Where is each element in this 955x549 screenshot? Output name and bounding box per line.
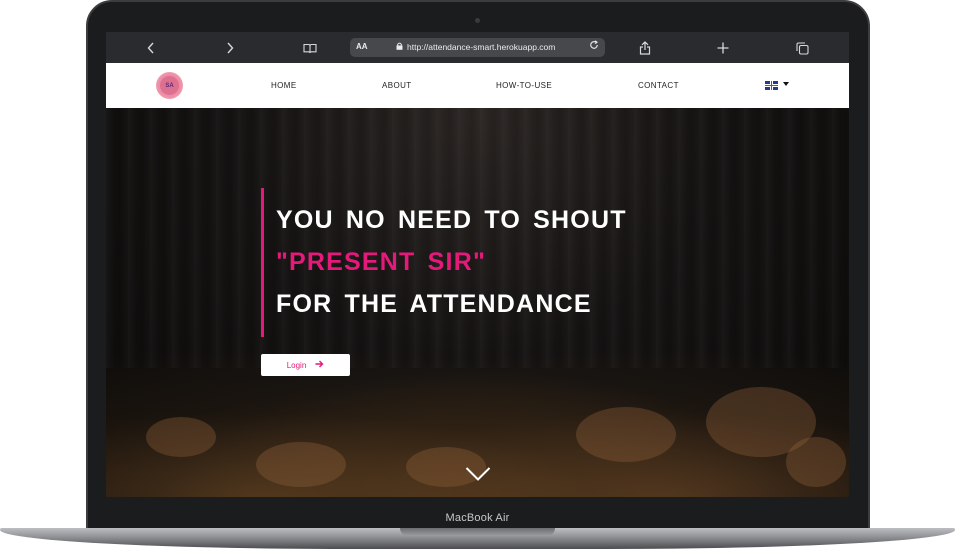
reload-icon[interactable] — [589, 40, 599, 53]
scroll-down-chevron-icon[interactable] — [465, 466, 491, 482]
site-navbar: SA HOME ABOUT HOW-TO-USE CONTACT — [106, 63, 849, 108]
back-icon[interactable] — [141, 38, 161, 58]
headline-line-2: "PRESENT SIR" — [276, 248, 487, 276]
camera-icon — [475, 18, 480, 23]
laptop-screen: AA http://attendance-smart.herokuapp.com… — [106, 32, 849, 497]
logo-text: SA — [160, 76, 179, 95]
url-text: http://attendance-smart.herokuapp.com — [407, 42, 556, 52]
address-bar[interactable]: AA http://attendance-smart.herokuapp.com — [350, 38, 605, 57]
nav-contact[interactable]: CONTACT — [638, 81, 679, 90]
lock-icon — [396, 42, 403, 52]
nav-how-to-use[interactable]: HOW-TO-USE — [496, 81, 552, 90]
browser-toolbar: AA http://attendance-smart.herokuapp.com — [106, 32, 849, 63]
text-size-button[interactable]: AA — [356, 42, 368, 51]
arrow-right-icon — [315, 360, 324, 371]
reader-book-icon[interactable] — [300, 38, 320, 58]
share-icon[interactable] — [635, 38, 655, 58]
en-gb-flag-icon[interactable] — [765, 81, 778, 90]
device-label: MacBook Air — [445, 512, 510, 524]
login-button[interactable]: Login — [261, 354, 350, 376]
forward-icon[interactable] — [220, 38, 240, 58]
curtain-background — [106, 108, 849, 368]
site-logo[interactable]: SA — [156, 72, 183, 99]
new-tab-plus-icon[interactable] — [713, 38, 733, 58]
tabs-overview-icon[interactable] — [792, 38, 812, 58]
nav-home[interactable]: HOME — [271, 81, 297, 90]
hero-section: YOU NO NEED TO SHOUT "PRESENT SIR" FOR T… — [106, 108, 849, 497]
laptop-notch — [400, 528, 555, 536]
headline-accent-bar — [261, 188, 264, 337]
language-dropdown-caret-icon[interactable] — [783, 82, 789, 86]
nav-about[interactable]: ABOUT — [382, 81, 412, 90]
headline-line-3: FOR THE ATTENDANCE — [276, 290, 592, 318]
login-label: Login — [286, 360, 307, 370]
headline-line-1: YOU NO NEED TO SHOUT — [276, 206, 627, 234]
